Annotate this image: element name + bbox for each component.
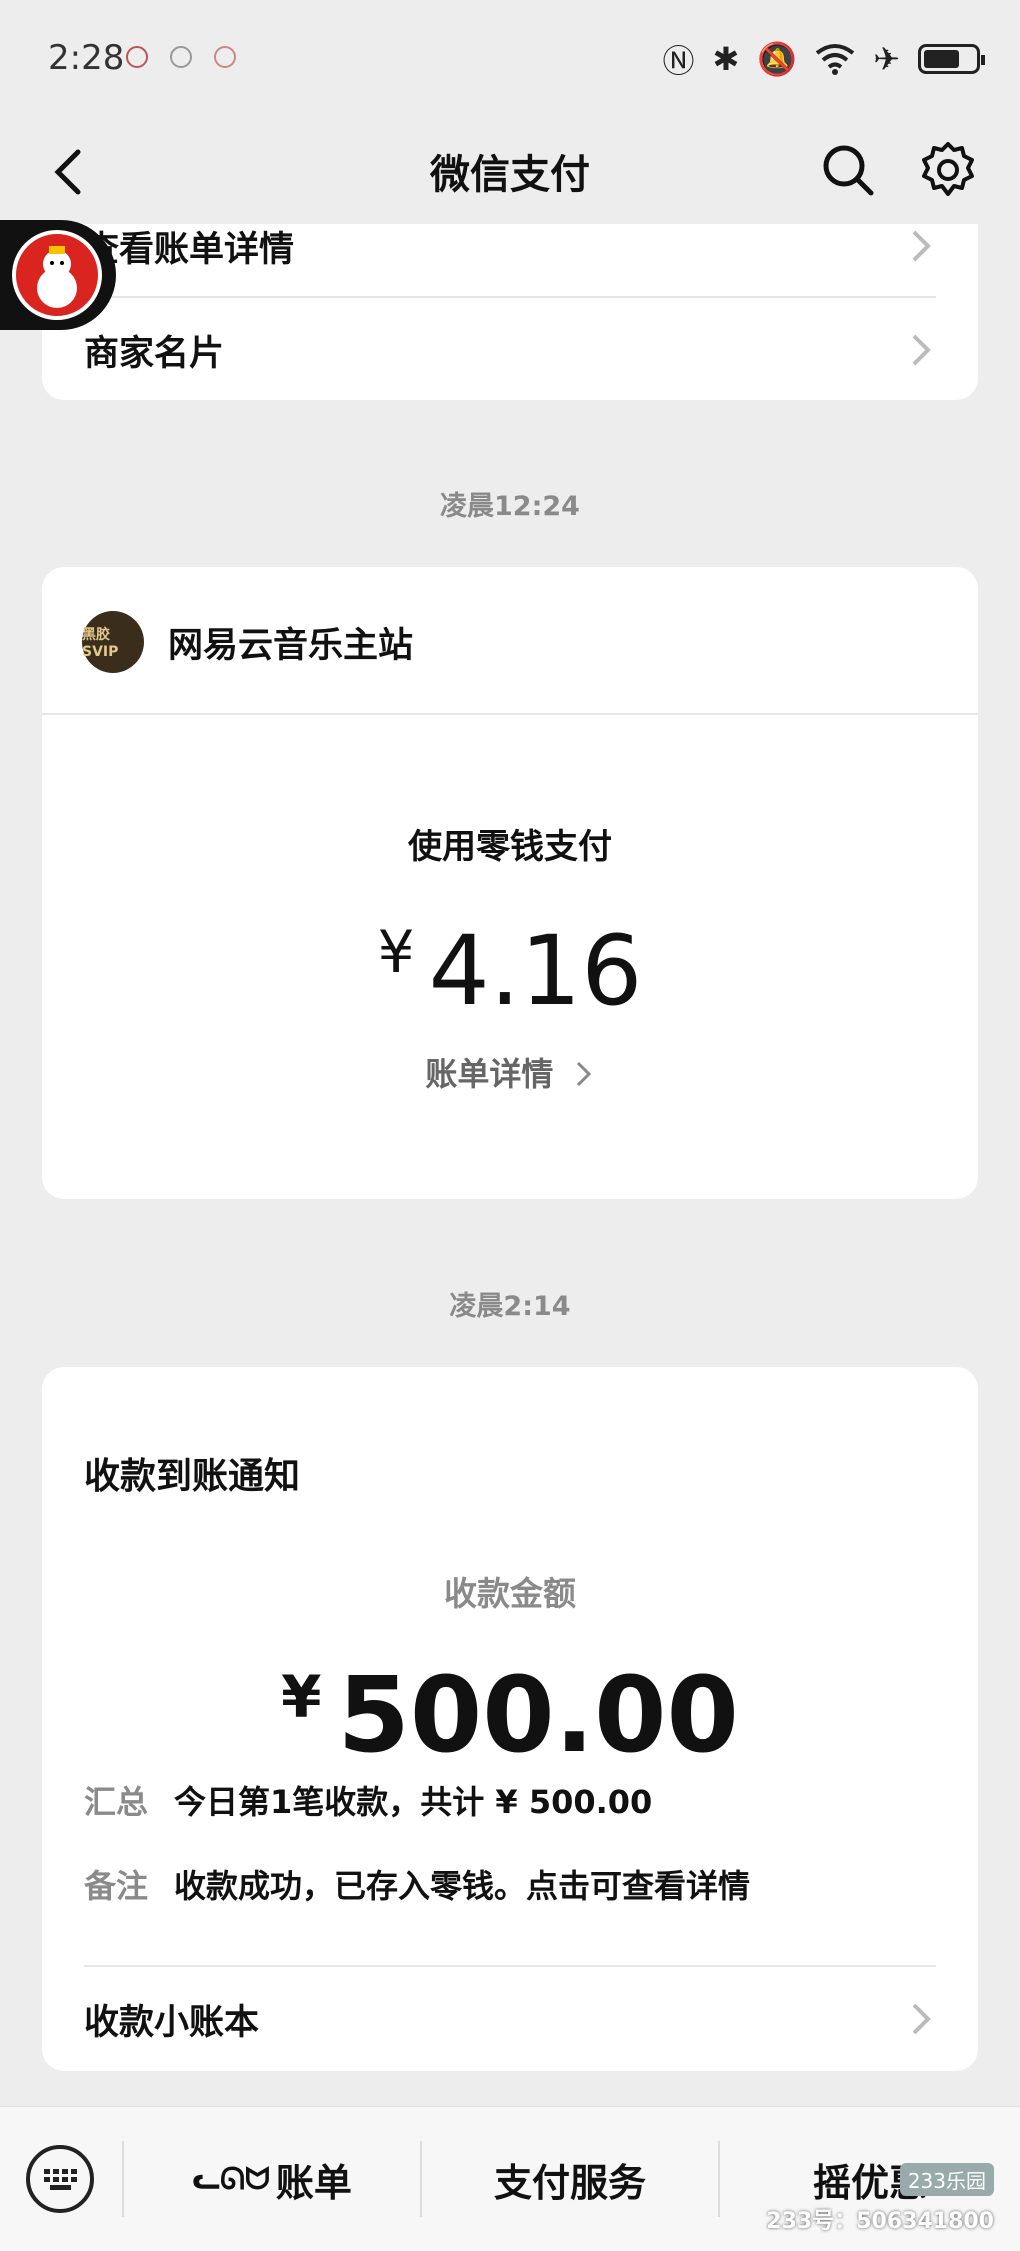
chevron-right-icon (912, 2003, 931, 2035)
tab-bill[interactable]: ᓚᘏᗢ 账单 (124, 2107, 420, 2251)
bill-detail-link[interactable]: 账单详情 (42, 1049, 978, 1095)
received-amount: ¥500.00 (42, 1637, 978, 1775)
summary-row: 汇总 今日第1笔收款，共计 ¥ 500.00 (84, 1777, 652, 1823)
summary-value: 今日第1笔收款，共计 ¥ 500.00 (174, 1783, 653, 1821)
currency-symbol: ¥ (281, 1663, 322, 1731)
link-label: 账单详情 (425, 1055, 554, 1093)
row-label: 查看账单详情 (84, 229, 295, 270)
cat-icon: ᓚᘏᗢ (192, 2161, 270, 2197)
gear-icon[interactable] (916, 138, 980, 202)
chevron-right-icon (912, 334, 931, 366)
floating-assistant-button[interactable] (0, 220, 116, 330)
watermark-logo: 233乐园 (899, 2163, 994, 2196)
tab-label: 账单 (275, 2160, 352, 2205)
nfc-icon: Ⓝ (662, 42, 695, 80)
receipt-notification-card[interactable]: 收款到账通知 收款金额 ¥500.00 汇总 今日第1笔收款，共计 ¥ 500.… (42, 1367, 978, 2071)
search-icon[interactable] (816, 138, 880, 202)
airplane-icon: ✈ (873, 40, 900, 78)
amount-value: 4.16 (428, 915, 643, 1027)
title-bar: 微信支付 (0, 120, 1020, 224)
bluetooth-icon: ✱ (712, 40, 740, 78)
note-label: 备注 (84, 1867, 149, 1905)
payment-card[interactable]: 黑胶SVIP 网易云音乐主站 使用零钱支付 ¥4.16 账单详情 (42, 567, 978, 1199)
message-timestamp: 凌晨2:14 (449, 1291, 571, 1322)
status-time: 2:28 (48, 38, 125, 78)
merchant-logo: 黑胶SVIP (82, 611, 144, 673)
divider (42, 713, 978, 715)
note-row: 备注 收款成功，已存入零钱。点击可查看详情 (84, 1861, 750, 1907)
watermark-text: 233号：506341800 (766, 2209, 994, 2234)
amount-value: 500.00 (337, 1654, 739, 1776)
chevron-right-icon (912, 230, 931, 262)
battery-icon (918, 44, 985, 74)
status-bar: 2:28 Ⓝ ✱ 🔕 ✈ (0, 0, 1020, 120)
tab-label: 支付服务 (493, 2160, 646, 2205)
note-value: 收款成功，已存入零钱。点击可查看详情 (174, 1867, 751, 1905)
keyboard-icon[interactable] (26, 2145, 94, 2213)
notification-icon (214, 46, 236, 68)
wifi-icon (815, 44, 855, 75)
notification-icon (126, 46, 148, 68)
system-icons: Ⓝ ✱ 🔕 ✈ (662, 36, 985, 82)
chevron-right-icon (576, 1061, 591, 1087)
payment-method: 使用零钱支付 (408, 827, 612, 867)
amount-label: 收款金额 (444, 1574, 576, 1613)
receipt-ledger-row[interactable]: 收款小账本 (84, 1967, 936, 2071)
notification-icon (170, 46, 192, 68)
view-bill-detail-row[interactable]: 查看账单详情 (84, 224, 936, 298)
card-title: 收款到账通知 (84, 1456, 301, 1497)
merchant-name: 网易云音乐主站 (168, 625, 414, 666)
message-timestamp: 凌晨12:24 (440, 491, 580, 522)
mute-icon: 🔕 (757, 40, 798, 78)
row-label: 商家名片 (84, 333, 225, 374)
tab-payment-services[interactable]: 支付服务 (422, 2107, 718, 2251)
bottom-menu-bar: ᓚᘏᗢ 账单 支付服务 摇优惠 233乐园 233号：506341800 (0, 2106, 1020, 2251)
snowman-avatar-icon (12, 230, 102, 320)
previous-card: 查看账单详情 商家名片 (42, 224, 978, 400)
row-label: 收款小账本 (84, 2002, 260, 2043)
merchant-card-row[interactable]: 商家名片 (84, 298, 936, 400)
currency-symbol: ¥ (377, 918, 415, 986)
payment-amount: ¥4.16 (42, 897, 978, 1026)
summary-label: 汇总 (84, 1783, 149, 1821)
